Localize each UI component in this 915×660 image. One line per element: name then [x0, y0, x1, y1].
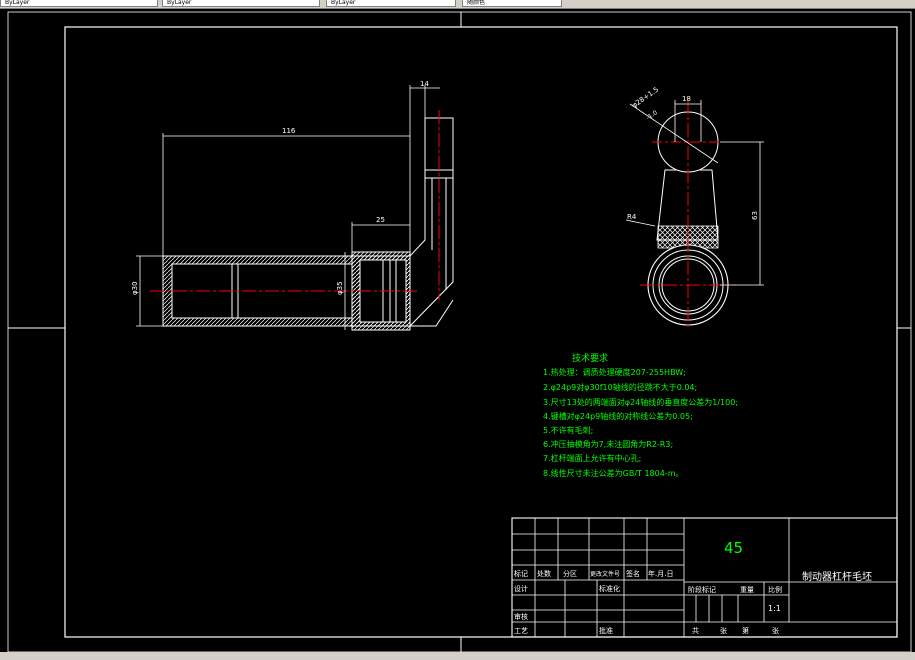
note-line: 1.热处理：调质处理硬度207-255HBW; — [543, 367, 686, 377]
note-line: 7.杠杆端面上允许有中心孔; — [543, 453, 641, 463]
part-name: 制动器杠杆毛坯 — [802, 570, 872, 583]
note-line: 8.线性尺寸未注公差为GB/T 1804-m。 — [543, 468, 683, 478]
tb-sheets-label-2: 张 — [772, 626, 779, 635]
notes-title: 技术要求 — [572, 352, 608, 364]
front-view — [150, 110, 454, 331]
note-line: 4.键槽对φ24p9轴线的对称线公差为0.05; — [543, 411, 693, 421]
tb-process: 工艺 — [514, 627, 528, 635]
material: 45 — [724, 539, 743, 557]
dim-35: φ35 — [336, 281, 344, 295]
tb-scale: 1:1 — [768, 604, 781, 613]
tb-review: 审核 — [514, 612, 528, 621]
dim-63: 63 — [751, 211, 759, 220]
tb-design: 设计 — [514, 584, 528, 593]
tb-label: 签名 — [626, 569, 640, 578]
dim-14: 14 — [420, 80, 429, 88]
note-line: 6.冲压抽模角为7,未注圆角为R2-R3; — [543, 439, 673, 449]
dim-25: 25 — [376, 216, 385, 224]
tb-stage-label: 阶段标记 — [688, 585, 716, 594]
tb-standardize: 标准化 — [599, 584, 620, 593]
drawing-canvas[interactable]: 14 116 25 φ30 φ35 18 φ28+1.5 -1.0 63 R4 … — [0, 0, 915, 660]
tb-label: 更改文件号 — [590, 570, 620, 578]
tb-sheet-label: 第 — [742, 626, 749, 635]
tb-label: 分区 — [563, 569, 577, 578]
dim-28: φ28+1.5 — [631, 86, 661, 110]
note-line: 2.φ24p9对φ30f10轴线的径跳不大于0.04; — [543, 382, 697, 392]
note-line: 5.不许有毛刺; — [543, 425, 593, 435]
dim-18: 18 — [682, 95, 691, 103]
tb-label: 处数 — [537, 569, 551, 578]
drawing-frame — [7, 11, 912, 653]
dim-28-tolerance: -1.0 — [645, 109, 659, 122]
technical-notes: 技术要求 1.热处理：调质处理硬度207-255HBW; 2.φ24p9对φ30… — [543, 352, 738, 478]
note-line: 3.尺寸13处的两端面对φ24轴线的垂直度公差为1/100; — [543, 397, 738, 407]
dim-r4: R4 — [627, 213, 637, 221]
tb-sheets-label: 张 — [720, 626, 727, 635]
dim-30: φ30 — [131, 281, 139, 295]
tb-approve: 批准 — [599, 626, 613, 635]
side-view — [640, 100, 736, 330]
tb-scale-label: 比例 — [768, 585, 782, 594]
tb-label: 年.月.日 — [648, 569, 673, 578]
dim-116: 116 — [282, 127, 296, 135]
tb-label: 标记 — [514, 569, 528, 578]
tb-total-label: 共 — [692, 626, 699, 635]
status-strip — [0, 652, 915, 660]
tb-weight-label: 重量 — [740, 586, 754, 594]
